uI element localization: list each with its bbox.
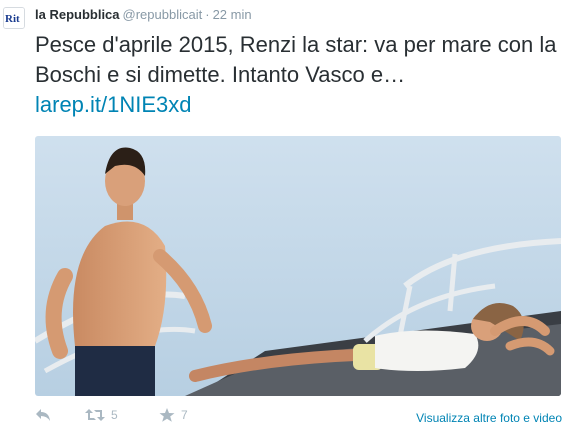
avatar[interactable]: Rit [3,7,25,29]
view-more-media-link[interactable]: Visualizza altre foto e video [416,411,562,422]
tweet-photo[interactable] [35,136,561,396]
author-name[interactable]: la Repubblica [35,7,120,22]
retweet-count: 5 [111,408,118,422]
tweet-header: la Repubblica @repubblicait · 22 min [35,6,252,24]
retweet-button[interactable]: 5 [85,408,118,422]
timestamp[interactable]: 22 min [213,7,252,22]
favorite-button[interactable]: 7 [159,408,188,422]
tweet: Rit la Repubblica @repubblicait · 22 min Pe… [0,0,575,422]
author-handle[interactable]: @repubblicait [123,7,203,22]
reply-button[interactable] [35,408,51,422]
tweet-text: Pesce d'aprile 2015, Renzi la star: va p… [35,30,565,120]
retweet-icon [85,409,105,421]
tweet-actions: 5 7 Visualizza altre foto e video [35,408,565,422]
reply-icon [36,409,50,421]
favorite-count: 7 [181,408,188,422]
avatar-logo: Rit [5,13,20,25]
separator: · [205,7,210,22]
tweet-body: Pesce d'aprile 2015, Renzi la star: va p… [35,32,557,87]
star-icon [159,408,175,422]
tweet-link[interactable]: larep.it/1NIE3xd [35,92,192,117]
